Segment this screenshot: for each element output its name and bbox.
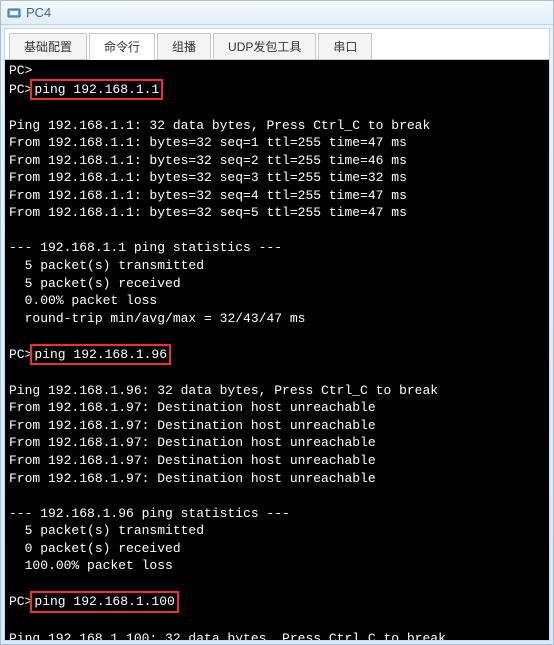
titlebar: PC4	[1, 1, 553, 25]
command: ping 192.168.1.96	[30, 344, 171, 366]
terminal-line	[9, 222, 545, 240]
tab-multicast[interactable]: 组播	[157, 33, 211, 59]
app-window: PC4 基础配置 命令行 组播 UDP发包工具 串口 PC>PC>ping 19…	[0, 0, 554, 645]
terminal-line: round-trip min/avg/max = 32/43/47 ms	[9, 310, 545, 328]
terminal-line: From 192.168.1.97: Destination host unre…	[9, 399, 545, 417]
terminal-line: From 192.168.1.1: bytes=32 seq=1 ttl=255…	[9, 134, 545, 152]
prompt: PC>	[9, 347, 32, 362]
terminal-line: 0 packet(s) received	[9, 540, 545, 558]
terminal-line: 100.00% packet loss	[9, 557, 545, 575]
tab-basic-config[interactable]: 基础配置	[9, 33, 87, 59]
terminal-line: From 192.168.1.1: bytes=32 seq=2 ttl=255…	[9, 152, 545, 170]
terminal-line: PC>ping 192.168.1.96	[9, 345, 545, 365]
tab-udp-tool[interactable]: UDP发包工具	[213, 33, 316, 59]
terminal-line: PC>	[9, 62, 545, 80]
terminal-line: 5 packet(s) received	[9, 275, 545, 293]
terminal-line: --- 192.168.1.1 ping statistics ---	[9, 239, 545, 257]
terminal-line	[9, 364, 545, 382]
terminal-line: From 192.168.1.97: Destination host unre…	[9, 417, 545, 435]
terminal-line: From 192.168.1.1: bytes=32 seq=3 ttl=255…	[9, 169, 545, 187]
prompt: PC>	[9, 594, 32, 609]
terminal-line: From 192.168.1.97: Destination host unre…	[9, 452, 545, 470]
terminal-line: From 192.168.1.97: Destination host unre…	[9, 434, 545, 452]
terminal-line: Ping 192.168.1.100: 32 data bytes, Press…	[9, 630, 545, 641]
terminal-line	[9, 575, 545, 593]
terminal-line: From 192.168.1.1: bytes=32 seq=4 ttl=255…	[9, 187, 545, 205]
window-title: PC4	[26, 5, 51, 20]
terminal-line: From 192.168.1.97: Destination host unre…	[9, 470, 545, 488]
terminal-line	[9, 327, 545, 345]
terminal-line	[9, 612, 545, 630]
command: ping 192.168.1.100	[30, 591, 178, 613]
terminal-line	[9, 487, 545, 505]
terminal-line	[9, 99, 545, 117]
command: ping 192.168.1.1	[30, 79, 163, 101]
terminal-line: PC>ping 192.168.1.100	[9, 592, 545, 612]
terminal-line: From 192.168.1.1: bytes=32 seq=5 ttl=255…	[9, 204, 545, 222]
terminal-line: 5 packet(s) transmitted	[9, 257, 545, 275]
tabbar: 基础配置 命令行 组播 UDP发包工具 串口	[5, 29, 549, 60]
terminal-line: Ping 192.168.1.96: 32 data bytes, Press …	[9, 382, 545, 400]
prompt: PC>	[9, 82, 32, 97]
terminal[interactable]: PC>PC>ping 192.168.1.1 Ping 192.168.1.1:…	[5, 60, 549, 640]
terminal-line: 0.00% packet loss	[9, 292, 545, 310]
terminal-line: 5 packet(s) transmitted	[9, 522, 545, 540]
content-area: 基础配置 命令行 组播 UDP发包工具 串口 PC>PC>ping 192.16…	[4, 28, 550, 641]
tab-serial[interactable]: 串口	[318, 33, 372, 59]
terminal-line: Ping 192.168.1.1: 32 data bytes, Press C…	[9, 117, 545, 135]
app-icon	[7, 6, 21, 20]
terminal-line: --- 192.168.1.96 ping statistics ---	[9, 505, 545, 523]
tab-command-line[interactable]: 命令行	[89, 33, 155, 60]
terminal-line: PC>ping 192.168.1.1	[9, 80, 545, 100]
